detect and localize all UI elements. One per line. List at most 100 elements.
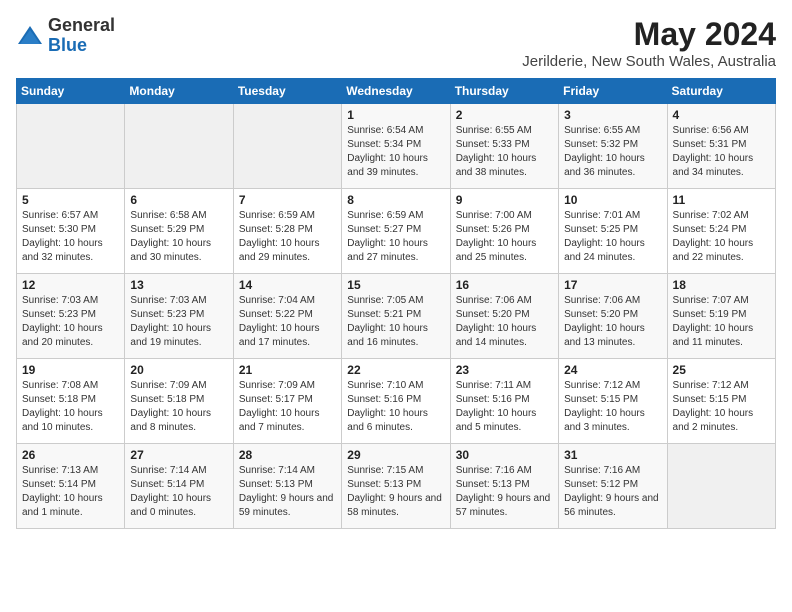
day-number: 22 [347,363,444,377]
main-title: May 2024 [522,16,776,53]
day-info: Sunrise: 6:55 AM Sunset: 5:32 PM Dayligh… [564,124,661,180]
day-info: Sunrise: 6:59 AM Sunset: 5:28 PM Dayligh… [239,209,336,265]
calendar-cell: 9 Sunrise: 7:00 AM Sunset: 5:26 PM Daylig… [450,189,558,274]
calendar-cell: 28 Sunrise: 7:14 AM Sunset: 5:13 PM Dayli… [233,444,341,529]
subtitle: Jerilderie, New South Wales, Australia [522,53,776,70]
day-number: 14 [239,278,336,292]
day-info: Sunrise: 7:09 AM Sunset: 5:18 PM Dayligh… [130,379,227,435]
day-number: 26 [22,448,119,462]
day-number: 2 [456,108,553,122]
day-number: 17 [564,278,661,292]
day-number: 5 [22,193,119,207]
calendar-cell: 21Sunrise: 7:09 AM Sunset: 5:17 PM Dayli… [233,359,341,444]
day-info: Sunrise: 7:06 AM Sunset: 5:20 PM Dayligh… [456,294,553,350]
day-number: 24 [564,363,661,377]
calendar-cell [125,104,233,189]
calendar-cell: 24Sunrise: 7:12 AM Sunset: 5:15 PM Dayli… [559,359,667,444]
day-info: Sunrise: 7:02 AM Sunset: 5:24 PM Dayligh… [673,209,770,265]
day-number: 9 [456,193,553,207]
calendar-cell: 10 Sunrise: 7:01 AM Sunset: 5:25 PM Dayli… [559,189,667,274]
day-info: Sunrise: 7:16 AM Sunset: 5:13 PM Dayligh… [456,464,553,520]
calendar-cell: 19 Sunrise: 7:08 AM Sunset: 5:18 PM Dayli… [17,359,125,444]
calendar-cell: 25Sunrise: 7:12 AM Sunset: 5:15 PM Dayli… [667,359,775,444]
day-number: 27 [130,448,227,462]
day-info: Sunrise: 7:04 AM Sunset: 5:22 PM Dayligh… [239,294,336,350]
calendar-cell: 18 Sunrise: 7:07 AM Sunset: 5:19 PM Dayli… [667,274,775,359]
calendar-cell: 15Sunrise: 7:05 AM Sunset: 5:21 PM Dayli… [342,274,450,359]
day-info: Sunrise: 7:00 AM Sunset: 5:26 PM Dayligh… [456,209,553,265]
calendar-cell [667,444,775,529]
day-info: Sunrise: 7:03 AM Sunset: 5:23 PM Dayligh… [22,294,119,350]
day-info: Sunrise: 7:16 AM Sunset: 5:12 PM Dayligh… [564,464,661,520]
calendar-cell: 17 Sunrise: 7:06 AM Sunset: 5:20 PM Dayli… [559,274,667,359]
calendar-cell: 5 Sunrise: 6:57 AM Sunset: 5:30 PM Daylig… [17,189,125,274]
day-info: Sunrise: 7:14 AM Sunset: 5:13 PM Dayligh… [239,464,336,520]
logo-icon [16,22,44,50]
day-info: Sunrise: 7:07 AM Sunset: 5:19 PM Dayligh… [673,294,770,350]
calendar-cell: 14 Sunrise: 7:04 AM Sunset: 5:22 PM Dayli… [233,274,341,359]
week-row-2: 5 Sunrise: 6:57 AM Sunset: 5:30 PM Daylig… [17,189,776,274]
calendar-cell: 6 Sunrise: 6:58 AM Sunset: 5:29 PM Daylig… [125,189,233,274]
week-row-5: 26 Sunrise: 7:13 AM Sunset: 5:14 PM Dayli… [17,444,776,529]
day-number: 10 [564,193,661,207]
calendar-cell: 26 Sunrise: 7:13 AM Sunset: 5:14 PM Dayli… [17,444,125,529]
day-number: 28 [239,448,336,462]
page-header: General Blue May 2024 Jerilderie, New So… [16,16,776,70]
day-number: 3 [564,108,661,122]
day-info: Sunrise: 7:12 AM Sunset: 5:15 PM Dayligh… [673,379,770,435]
day-number: 11 [673,193,770,207]
day-number: 31 [564,448,661,462]
day-info: Sunrise: 7:13 AM Sunset: 5:14 PM Dayligh… [22,464,119,520]
calendar-cell: 22 Sunrise: 7:10 AM Sunset: 5:16 PM Dayli… [342,359,450,444]
day-number: 13 [130,278,227,292]
day-number: 23 [456,363,553,377]
day-number: 8 [347,193,444,207]
calendar-cell: 13 Sunrise: 7:03 AM Sunset: 5:23 PM Dayli… [125,274,233,359]
calendar-cell [233,104,341,189]
day-number: 15 [347,278,444,292]
day-info: Sunrise: 7:15 AM Sunset: 5:13 PM Dayligh… [347,464,444,520]
calendar-cell: 4Sunrise: 6:56 AM Sunset: 5:31 PM Daylig… [667,104,775,189]
calendar-cell: 27Sunrise: 7:14 AM Sunset: 5:14 PM Dayli… [125,444,233,529]
day-info: Sunrise: 6:54 AM Sunset: 5:34 PM Dayligh… [347,124,444,180]
day-number: 1 [347,108,444,122]
day-number: 6 [130,193,227,207]
calendar-cell: 29 Sunrise: 7:15 AM Sunset: 5:13 PM Dayli… [342,444,450,529]
calendar-cell [17,104,125,189]
calendar-table: SundayMondayTuesdayWednesdayThursdayFrid… [16,78,776,529]
week-row-1: 1 Sunrise: 6:54 AM Sunset: 5:34 PM Daylig… [17,104,776,189]
day-number: 29 [347,448,444,462]
calendar-cell: 3 Sunrise: 6:55 AM Sunset: 5:32 PM Daylig… [559,104,667,189]
calendar-cell: 2Sunrise: 6:55 AM Sunset: 5:33 PM Daylig… [450,104,558,189]
day-info: Sunrise: 7:03 AM Sunset: 5:23 PM Dayligh… [130,294,227,350]
day-info: Sunrise: 7:10 AM Sunset: 5:16 PM Dayligh… [347,379,444,435]
day-info: Sunrise: 7:01 AM Sunset: 5:25 PM Dayligh… [564,209,661,265]
header-wednesday: Wednesday [342,79,450,104]
day-number: 16 [456,278,553,292]
day-info: Sunrise: 7:06 AM Sunset: 5:20 PM Dayligh… [564,294,661,350]
calendar-cell: 12 Sunrise: 7:03 AM Sunset: 5:23 PM Dayli… [17,274,125,359]
calendar-cell: 30Sunrise: 7:16 AM Sunset: 5:13 PM Dayli… [450,444,558,529]
calendar-cell: 11 Sunrise: 7:02 AM Sunset: 5:24 PM Dayli… [667,189,775,274]
header-tuesday: Tuesday [233,79,341,104]
calendar-cell: 23Sunrise: 7:11 AM Sunset: 5:16 PM Dayli… [450,359,558,444]
calendar-cell: 8 Sunrise: 6:59 AM Sunset: 5:27 PM Daylig… [342,189,450,274]
day-info: Sunrise: 6:58 AM Sunset: 5:29 PM Dayligh… [130,209,227,265]
day-info: Sunrise: 7:08 AM Sunset: 5:18 PM Dayligh… [22,379,119,435]
calendar-cell: 16 Sunrise: 7:06 AM Sunset: 5:20 PM Dayli… [450,274,558,359]
week-row-3: 12 Sunrise: 7:03 AM Sunset: 5:23 PM Dayli… [17,274,776,359]
day-number: 7 [239,193,336,207]
header-friday: Friday [559,79,667,104]
day-number: 20 [130,363,227,377]
logo-general: General [48,16,115,36]
day-number: 18 [673,278,770,292]
day-info: Sunrise: 6:59 AM Sunset: 5:27 PM Dayligh… [347,209,444,265]
header-saturday: Saturday [667,79,775,104]
day-info: Sunrise: 6:57 AM Sunset: 5:30 PM Dayligh… [22,209,119,265]
calendar-cell: 20 Sunrise: 7:09 AM Sunset: 5:18 PM Dayli… [125,359,233,444]
week-row-4: 19 Sunrise: 7:08 AM Sunset: 5:18 PM Dayli… [17,359,776,444]
day-number: 12 [22,278,119,292]
calendar-cell: 1 Sunrise: 6:54 AM Sunset: 5:34 PM Daylig… [342,104,450,189]
logo: General Blue [16,16,115,56]
day-number: 19 [22,363,119,377]
